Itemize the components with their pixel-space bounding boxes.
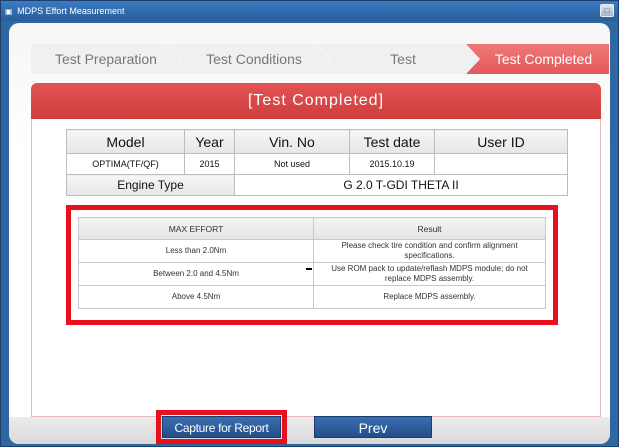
prev-button[interactable]: Prev <box>314 416 432 438</box>
header-test-date: Test date <box>349 129 435 154</box>
vehicle-info-table: Model Year Vin. No Test date User ID OPT… <box>66 129 568 196</box>
step-test: Test <box>317 44 479 74</box>
main-panel: Test Preparation Test Conditions Test Te… <box>9 23 610 444</box>
header-model: Model <box>66 129 185 154</box>
value-vin: Not used <box>234 153 350 175</box>
table-row: Above 4.5Nm Replace MDPS assembly. <box>78 285 546 309</box>
table-row: Between 2.0 and 4.5Nm Use ROM pack to up… <box>78 262 546 286</box>
header-user-id: User ID <box>434 129 568 154</box>
effort-result: Replace MDPS assembly. <box>313 285 546 309</box>
step-test-preparation: Test Preparation <box>31 44 181 74</box>
table-header-row: MAX EFFORT Result <box>78 217 546 240</box>
effort-range: Between 2.0 and 4.5Nm <box>78 262 314 286</box>
header-vin: Vin. No <box>234 129 350 154</box>
effort-range: Above 4.5Nm <box>78 285 314 309</box>
text-cursor <box>306 268 312 270</box>
header-result: Result <box>313 217 546 240</box>
table-header-row: Model Year Vin. No Test date User ID <box>66 129 568 154</box>
value-user-id <box>434 153 568 175</box>
effort-range: Less than 2.0Nm <box>78 239 314 263</box>
header-max-effort: MAX EFFORT <box>78 217 314 240</box>
table-row: OPTIMA(TF/QF) 2015 Not used 2015.10.19 <box>66 153 568 175</box>
value-year: 2015 <box>184 153 235 175</box>
effort-result: Please check tire condition and confirm … <box>313 239 546 263</box>
maximize-icon[interactable]: □ <box>600 4 614 17</box>
table-row: Less than 2.0Nm Please check tire condit… <box>78 239 546 263</box>
results-content: Model Year Vin. No Test date User ID OPT… <box>31 119 601 417</box>
step-test-completed: Test Completed <box>466 44 609 74</box>
capture-for-report-button[interactable]: Capture for Report <box>162 416 281 438</box>
effort-result: Use ROM pack to update/reflash MDPS modu… <box>313 262 546 286</box>
bottom-bar <box>9 417 610 444</box>
header-year: Year <box>184 129 235 154</box>
step-test-conditions: Test Conditions <box>168 44 330 74</box>
value-test-date: 2015.10.19 <box>349 153 435 175</box>
engine-type-label: Engine Type <box>66 174 235 196</box>
app-icon: ▣ <box>5 7 13 16</box>
engine-row: Engine Type G 2.0 T-GDI THETA II <box>66 174 568 196</box>
window-title: MDPS Effort Measurement <box>17 6 125 16</box>
effort-highlight-frame: MAX EFFORT Result Less than 2.0Nm Please… <box>66 205 558 325</box>
title-bar: ▣ MDPS Effort Measurement □ <box>1 1 618 21</box>
section-title: [Test Completed] <box>31 83 601 119</box>
step-indicator: Test Preparation Test Conditions Test Te… <box>31 44 609 74</box>
app-window: ▣ MDPS Effort Measurement □ Test Prepara… <box>0 0 619 447</box>
engine-type-value: G 2.0 T-GDI THETA II <box>234 174 568 196</box>
max-effort-table: MAX EFFORT Result Less than 2.0Nm Please… <box>78 217 546 309</box>
value-model: OPTIMA(TF/QF) <box>66 153 185 175</box>
